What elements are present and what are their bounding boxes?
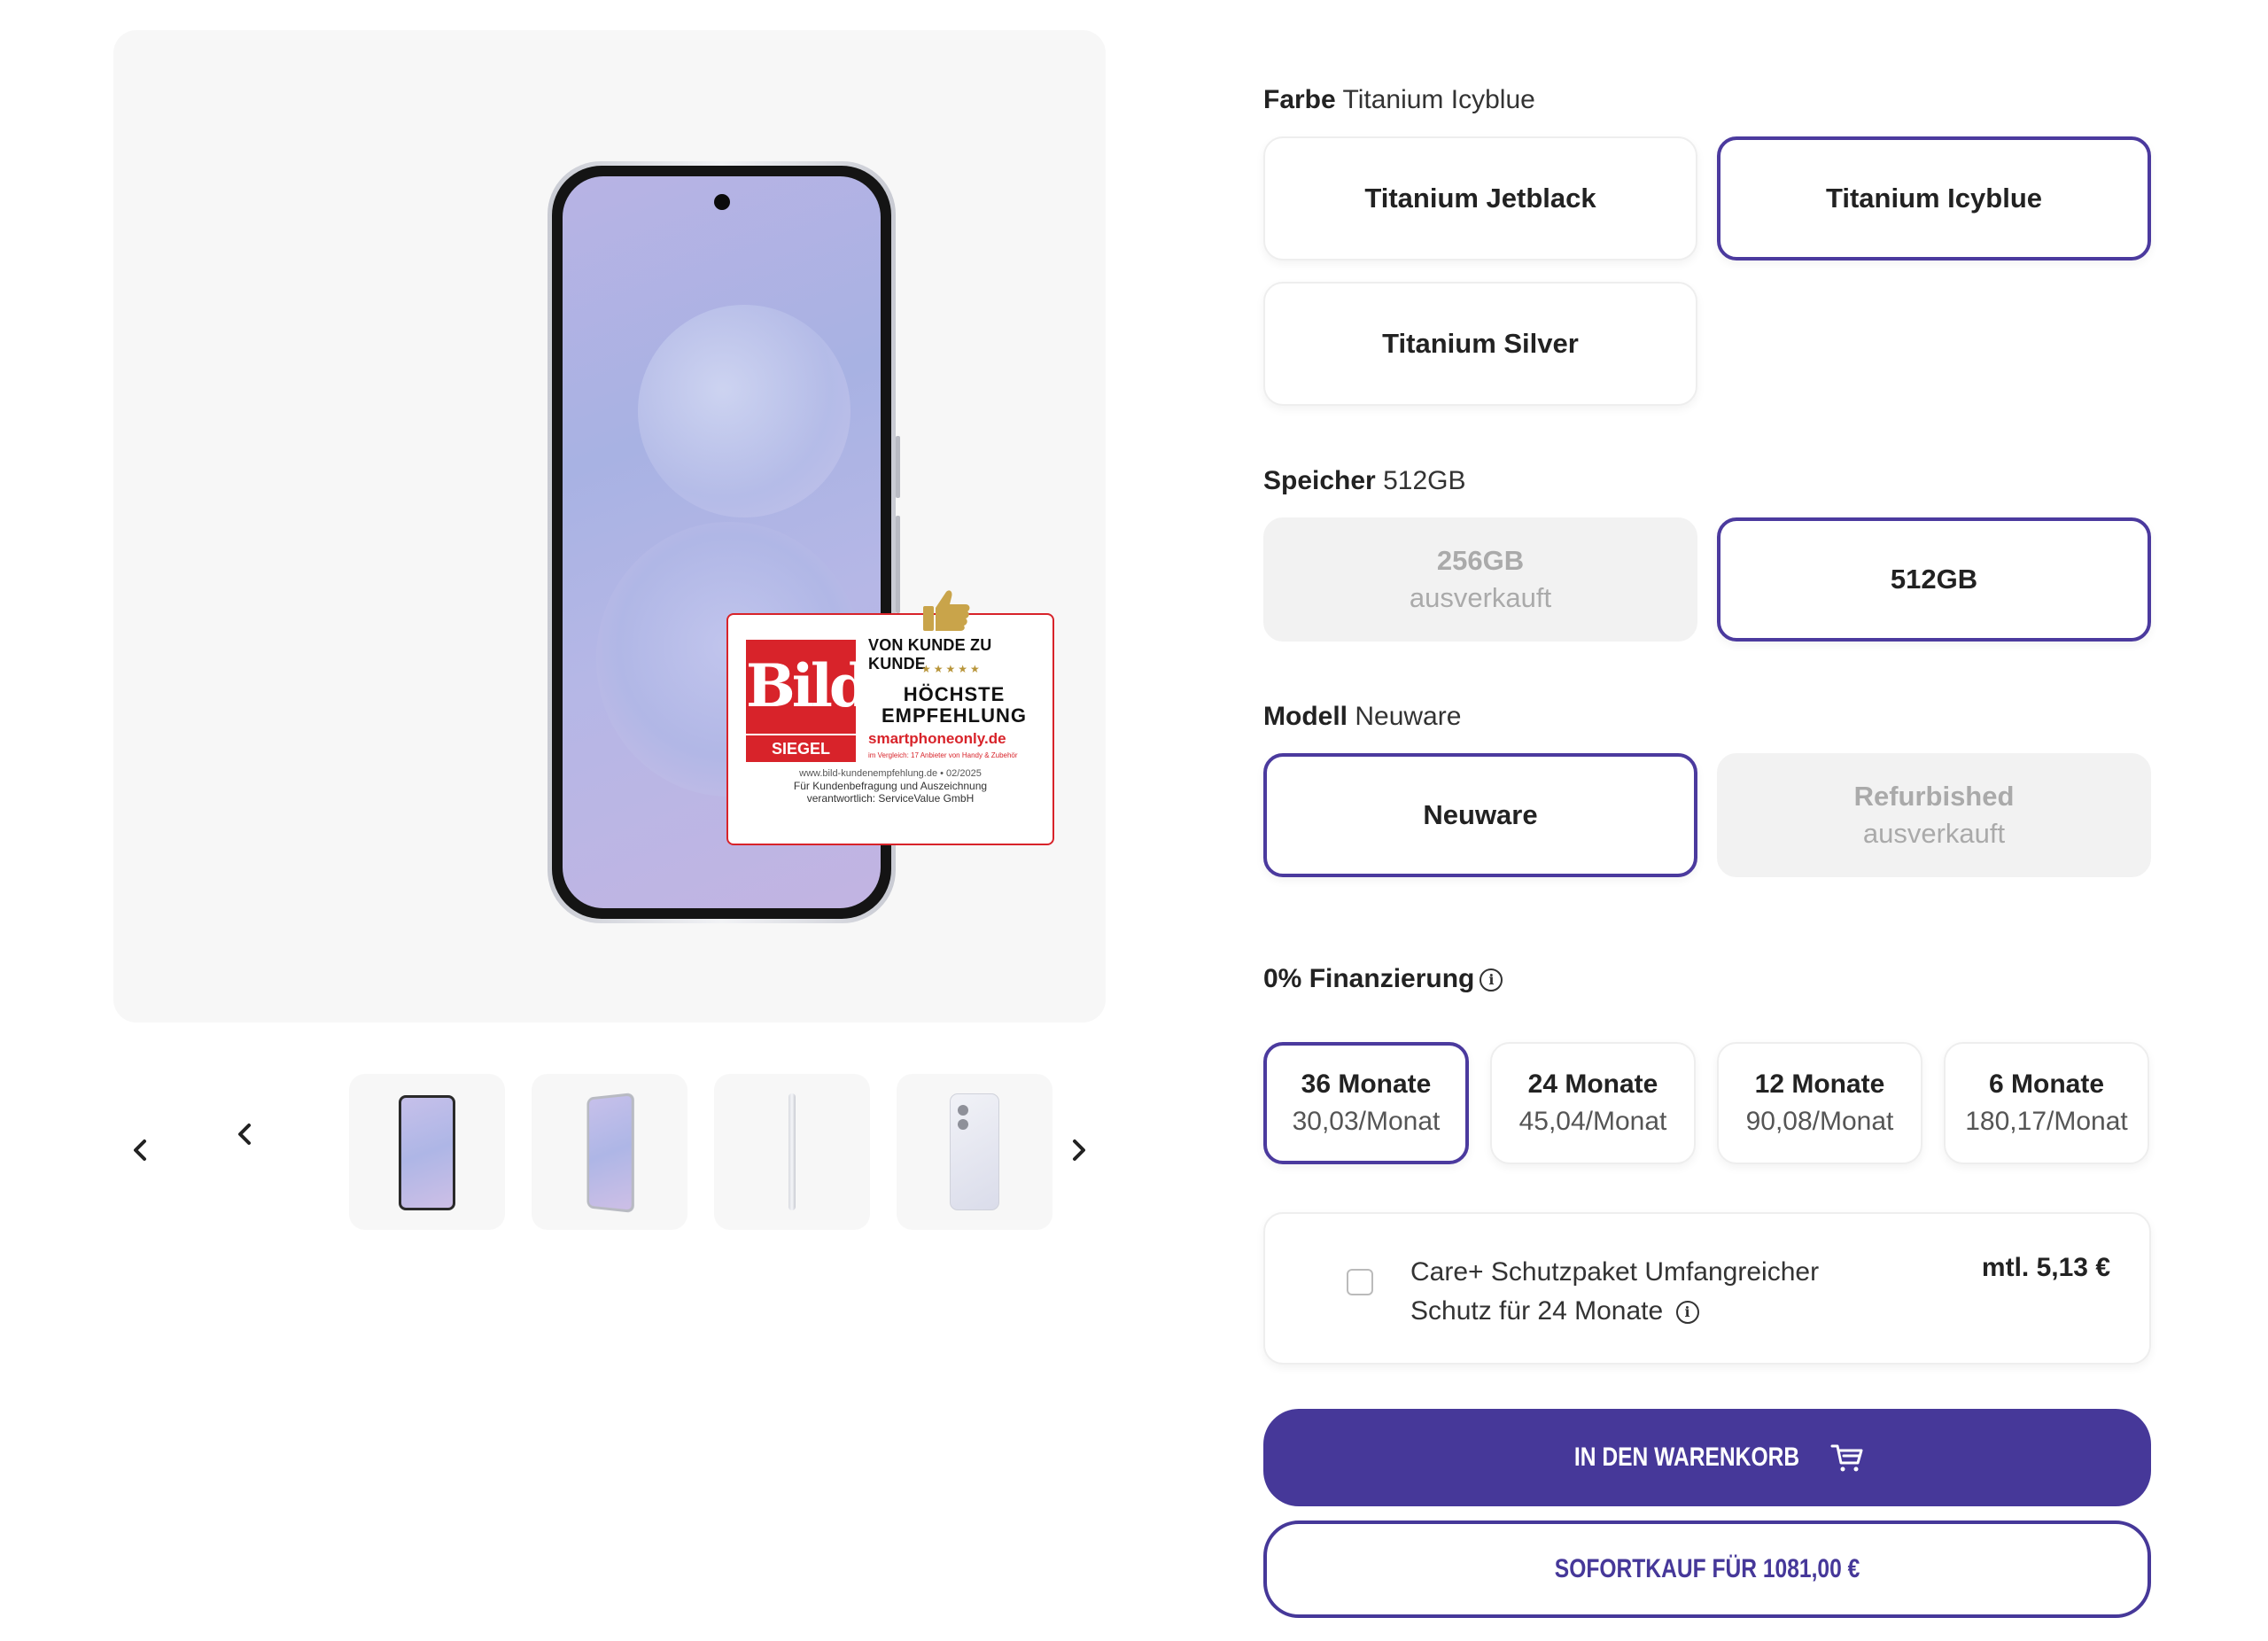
- color-option-jetblack[interactable]: Titanium Jetblack: [1263, 136, 1697, 261]
- care-plus-checkbox[interactable]: [1347, 1269, 1373, 1295]
- buy-now-button[interactable]: SOFORTKAUF FÜR 1081,00 €: [1263, 1520, 2151, 1618]
- financing-term-12[interactable]: 12 Monate 90,08/Monat: [1717, 1042, 1922, 1164]
- thumbnail-front[interactable]: [349, 1074, 505, 1230]
- financing-term-36[interactable]: 36 Monate 30,03/Monat: [1263, 1042, 1469, 1164]
- color-section-label: Farbe Titanium Icyblue: [1263, 85, 1535, 114]
- thumbnail-image: [586, 1093, 634, 1213]
- model-section-label: Modell Neuware: [1263, 702, 1462, 731]
- care-plus-option[interactable]: Care+ Schutzpaket Umfangreicher Schutz f…: [1263, 1212, 2151, 1365]
- badge-compare-note: im Vergleich: 17 Anbieter von Handy & Zu…: [868, 751, 1018, 759]
- thumbnail-image: [788, 1093, 796, 1210]
- model-option-neuware[interactable]: Neuware: [1263, 753, 1697, 877]
- thumbnail-image: [399, 1095, 455, 1210]
- model-option-refurbished: Refurbished ausverkauft: [1717, 753, 2151, 877]
- storage-option-256gb: 256GB ausverkauft: [1263, 517, 1697, 642]
- care-plus-description: Care+ Schutzpaket Umfangreicher Schutz f…: [1410, 1257, 1820, 1326]
- thumbnail-front-angled[interactable]: [532, 1074, 687, 1230]
- product-image-main[interactable]: Bild SIEGEL VON KUNDE ZU KUNDE ★★★★★ HÖC…: [113, 30, 1106, 1023]
- care-plus-price: mtl. 5,13 €: [1981, 1253, 2110, 1282]
- shopping-cart-icon: [1830, 1444, 1863, 1472]
- camera-cutout: [713, 194, 730, 210]
- gallery-next-chevron-right-icon[interactable]: [1061, 1132, 1097, 1168]
- financing-term-24[interactable]: 24 Monate 45,04/Monat: [1490, 1042, 1696, 1164]
- bild-award-badge: Bild SIEGEL VON KUNDE ZU KUNDE ★★★★★ HÖC…: [726, 590, 1054, 845]
- gallery-prev-outer-chevron-left-icon[interactable]: [122, 1132, 158, 1168]
- gallery-prev-chevron-left-icon[interactable]: [227, 1116, 262, 1152]
- info-icon[interactable]: i: [1480, 968, 1503, 992]
- thumbnail-side[interactable]: [714, 1074, 870, 1230]
- badge-footer: www.bild-kundenempfehlung.de • 02/2025 F…: [793, 768, 988, 805]
- info-icon[interactable]: i: [1675, 1301, 1699, 1325]
- color-option-icyblue[interactable]: Titanium Icyblue: [1717, 136, 2151, 261]
- color-option-silver[interactable]: Titanium Silver: [1263, 282, 1697, 406]
- badge-award: HÖCHSTE EMPFEHLUNG: [882, 683, 1027, 727]
- storage-section-label: Speicher 512GB: [1263, 466, 1466, 495]
- financing-section-label: 0% Finanzierung i: [1263, 964, 1503, 994]
- add-to-cart-button[interactable]: IN DEN WARENKORB: [1263, 1409, 2151, 1506]
- financing-term-6[interactable]: 6 Monate 180,17/Monat: [1944, 1042, 2149, 1164]
- storage-option-512gb[interactable]: 512GB: [1717, 517, 2151, 642]
- badge-stars: ★★★★★: [921, 663, 983, 675]
- bild-logo: Bild SIEGEL: [746, 640, 870, 762]
- thumbnail-image: [950, 1093, 999, 1210]
- badge-site: smartphoneonly.de: [868, 730, 1006, 747]
- thumbs-up-icon: [923, 590, 970, 631]
- thumbnail-back[interactable]: [897, 1074, 1052, 1230]
